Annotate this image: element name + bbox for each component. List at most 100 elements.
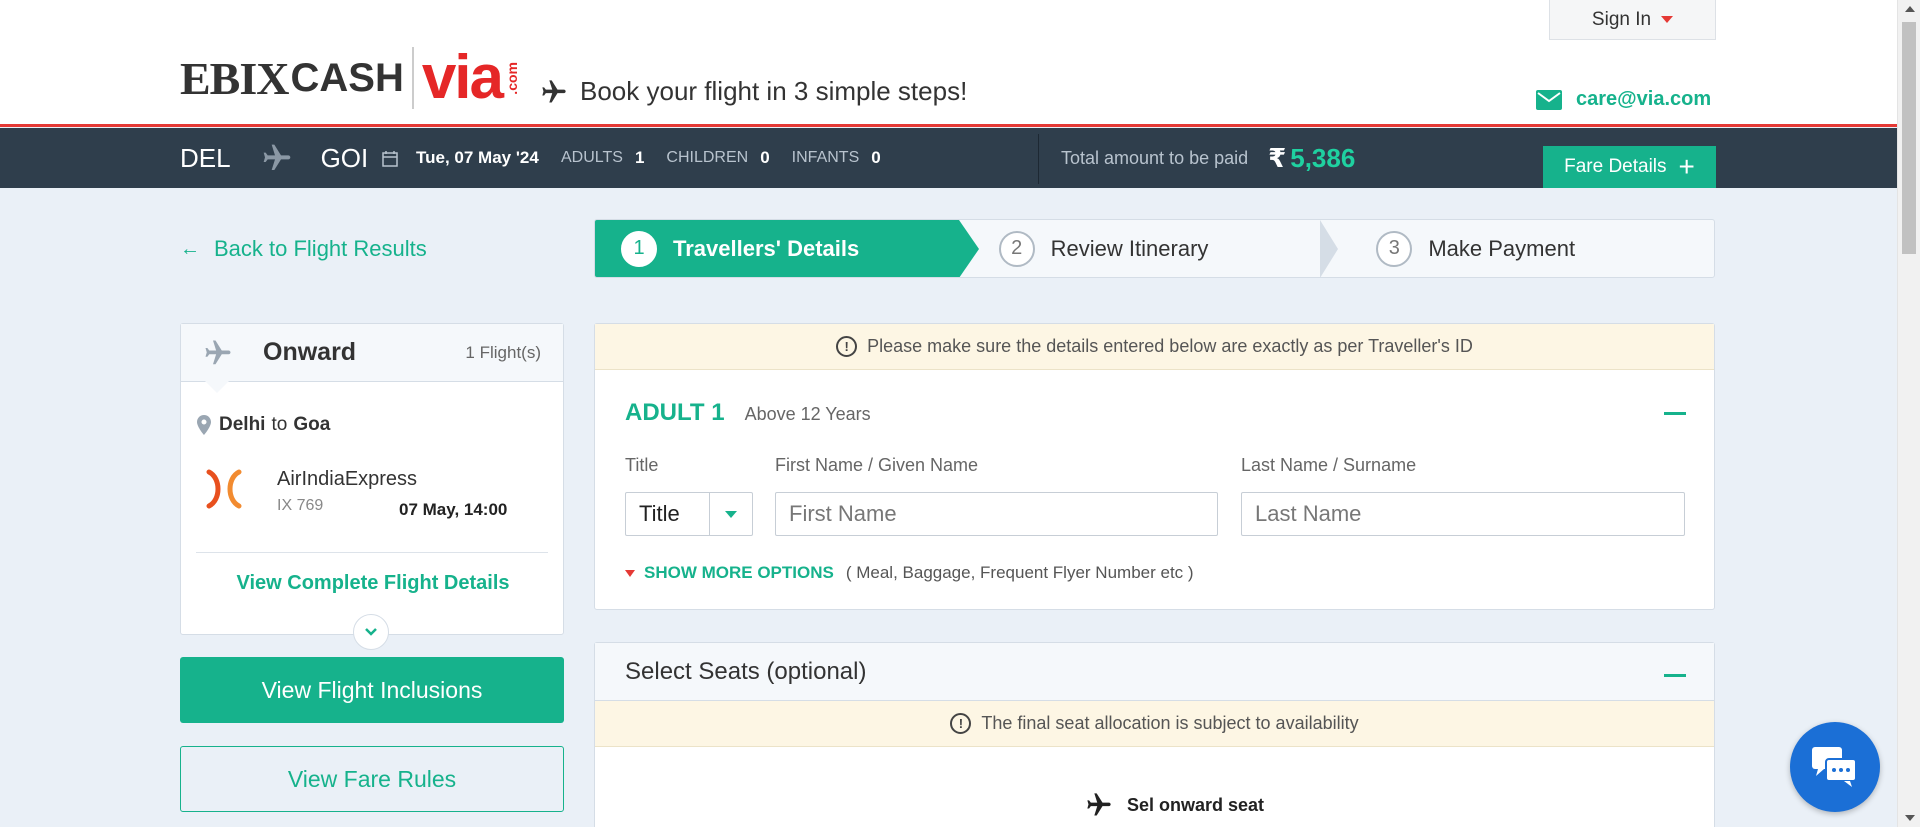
step-number: 1 xyxy=(621,230,657,267)
select-onward-seat-label: Sel onward seat xyxy=(1127,794,1265,815)
bar-divider xyxy=(1038,134,1039,184)
plane-icon xyxy=(205,340,231,364)
trip-summary-bar: DEL GOI Tue, 07 May '24 ADULTS 1 CHILDREN… xyxy=(0,128,1897,188)
flight-summary-card: Onward 1 Flight(s) Delhi to Goa AirIndia… xyxy=(180,323,565,650)
step-make-payment[interactable]: 3 Make Payment xyxy=(1336,220,1714,277)
sign-in-label: Sign In xyxy=(1591,8,1652,30)
collapse-traveller-button[interactable] xyxy=(1664,412,1686,415)
travel-date: Tue, 07 May '24 xyxy=(382,128,539,188)
tagline: Book your flight in 3 simple steps! xyxy=(540,76,967,107)
seat-notice-text: The final seat allocation is subject to … xyxy=(981,713,1359,733)
caret-down-icon xyxy=(725,510,737,518)
traveller-form-panel: ! Please make sure the details entered b… xyxy=(594,323,1715,610)
title-field-label: Title xyxy=(625,455,659,475)
logo-cash: CASH xyxy=(290,55,404,100)
origin-code: DEL xyxy=(180,142,231,173)
sign-in-button[interactable]: Sign In xyxy=(1549,0,1716,40)
back-to-results-label: Back to Flight Results xyxy=(214,236,427,261)
back-to-results-link[interactable]: ← Back to Flight Results xyxy=(180,236,427,262)
mail-icon xyxy=(1536,89,1562,110)
traveller-age-group: Above 12 Years xyxy=(744,404,871,424)
infants-label: INFANTS xyxy=(791,149,860,166)
seat-panel-title: Select Seats (optional) xyxy=(625,657,867,685)
view-fare-rules-button[interactable]: View Fare Rules xyxy=(180,746,564,812)
support-email-link[interactable]: care@via.com xyxy=(1536,88,1711,111)
total-amount: Total amount to be paid ₹ 5,386 xyxy=(1061,128,1355,188)
total-label: Total amount to be paid xyxy=(1061,147,1249,168)
last-name-label: Last Name / Surname xyxy=(1241,455,1417,475)
step-number: 2 xyxy=(998,230,1035,267)
show-more-options-toggle[interactable]: SHOW MORE OPTIONS ( Meal, Baggage, Frequ… xyxy=(625,563,1194,583)
id-notice-text: Please make sure the details entered bel… xyxy=(867,336,1473,356)
passenger-counts: ADULTS 1 CHILDREN 0 INFANTS 0 xyxy=(561,128,903,188)
children-count: 0 xyxy=(760,148,770,167)
adults-label: ADULTS xyxy=(561,149,623,166)
booking-steps: 1 Travellers' Details 2 Review Itinerary… xyxy=(594,219,1715,278)
last-name-input[interactable] xyxy=(1241,492,1685,536)
chat-button[interactable] xyxy=(1790,722,1880,812)
arrow-left-icon: ← xyxy=(180,237,200,260)
seat-notice: ! The final seat allocation is subject t… xyxy=(595,701,1714,747)
plane-icon xyxy=(1087,793,1111,816)
support-email: care@via.com xyxy=(1576,88,1712,110)
traveller-title: ADULT 1 xyxy=(625,399,725,426)
page-scrollbar[interactable] xyxy=(1897,0,1920,827)
airline-name: AirIndiaExpress xyxy=(277,468,418,490)
city-pair: Delhi to Goa xyxy=(197,414,330,436)
scroll-down-arrow[interactable] xyxy=(1905,815,1915,821)
step-label: Review Itinerary xyxy=(1050,235,1209,261)
site-header: EBIX CASH via .com Book your flight in 3… xyxy=(0,0,1897,127)
title-select-value: Title xyxy=(639,501,680,526)
travel-date-text: Tue, 07 May '24 xyxy=(416,148,539,167)
logo-ebix: EBIX xyxy=(180,52,289,104)
chevron-down-icon xyxy=(365,628,377,636)
info-icon: ! xyxy=(836,336,858,357)
logo-via: via xyxy=(421,43,504,112)
departure-time: 07 May, 14:00 xyxy=(399,500,508,519)
step-label: Make Payment xyxy=(1428,235,1576,261)
show-more-options-hint: ( Meal, Baggage, Frequent Flyer Number e… xyxy=(845,563,1194,582)
card-divider xyxy=(196,552,548,553)
tagline-text: Book your flight in 3 simple steps! xyxy=(580,76,968,106)
to-city: Goa xyxy=(293,414,331,435)
card-notch xyxy=(205,381,229,393)
logo-com: .com xyxy=(504,61,521,95)
traveller-heading: ADULT 1 Above 12 Years xyxy=(625,399,871,427)
destination-code: GOI xyxy=(320,142,369,173)
infants-count: 0 xyxy=(871,148,881,167)
logo-divider xyxy=(411,47,414,109)
fare-details-button[interactable]: Fare Details + xyxy=(1543,146,1716,188)
children-label: CHILDREN xyxy=(666,149,749,166)
total-amount-value: 5,386 xyxy=(1290,142,1356,173)
show-more-options-label: SHOW MORE OPTIONS xyxy=(644,563,834,582)
view-flight-details-link[interactable]: View Complete Flight Details xyxy=(181,572,565,595)
flight-count: 1 Flight(s) xyxy=(465,342,541,362)
select-onward-seat[interactable]: Sel onward seat xyxy=(1085,791,1264,819)
step-number: 3 xyxy=(1376,230,1413,267)
dropdown-toggle[interactable] xyxy=(709,493,752,535)
route: DEL GOI xyxy=(180,128,368,188)
scrollbar-thumb[interactable] xyxy=(1902,22,1916,254)
step-label: Travellers' Details xyxy=(673,235,860,261)
brand-logo[interactable]: EBIX CASH via .com xyxy=(180,46,520,110)
rupee-icon: ₹ xyxy=(1268,142,1287,173)
flight-number: IX 769 xyxy=(277,497,324,514)
plane-icon xyxy=(263,144,290,170)
title-select[interactable]: Title xyxy=(625,492,753,536)
from-city: Delhi xyxy=(219,414,266,435)
onward-heading: Onward xyxy=(263,338,357,366)
scroll-up-arrow[interactable] xyxy=(1905,6,1915,12)
view-flight-inclusions-button[interactable]: View Flight Inclusions xyxy=(180,657,564,723)
step-review-itinerary[interactable]: 2 Review Itinerary xyxy=(959,220,1339,277)
seat-panel-header[interactable]: Select Seats (optional) xyxy=(595,643,1714,701)
to-word: to xyxy=(271,414,288,435)
caret-down-icon xyxy=(1661,16,1674,23)
first-name-input[interactable] xyxy=(775,492,1218,536)
step-travellers-details[interactable]: 1 Travellers' Details xyxy=(595,220,979,277)
fare-details-label: Fare Details xyxy=(1564,156,1667,177)
collapse-seats-button[interactable] xyxy=(1664,674,1686,677)
pin-icon xyxy=(197,415,211,435)
plus-icon: + xyxy=(1678,151,1695,182)
calendar-icon xyxy=(382,150,398,167)
expand-card-button[interactable] xyxy=(353,614,389,650)
